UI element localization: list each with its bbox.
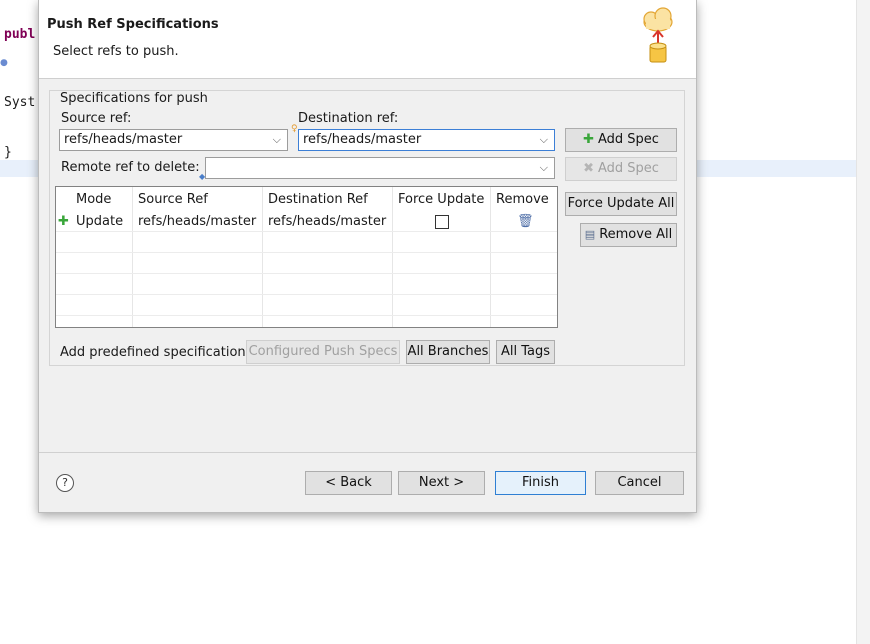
row-mode: Update (76, 214, 124, 229)
chevron-down-icon: ⌵ (272, 133, 281, 146)
footer-separator (39, 452, 696, 453)
next-label: Next > (418, 475, 465, 490)
source-ref-value: refs/heads/master (64, 132, 183, 147)
destination-ref-label: Destination ref: (298, 111, 399, 126)
column-header-mode[interactable]: Mode (76, 192, 111, 207)
all-tags-label: All Tags (500, 344, 551, 359)
column-divider (132, 187, 133, 327)
add-delete-spec-button[interactable]: ✖ Add Spec (565, 157, 677, 181)
code-line-system: Syst (4, 95, 36, 110)
add-spec-button[interactable]: ✚ Add Spec (565, 128, 677, 152)
chevron-down-icon: ⌵ (539, 133, 548, 146)
predefined-spec-label: Add predefined specification (60, 345, 246, 360)
add-delete-spec-label: Add Spec (597, 161, 659, 176)
row-source-ref: refs/heads/master (138, 214, 257, 229)
plus-icon: ✚ (583, 132, 594, 147)
push-specs-table[interactable]: Mode Source Ref Destination Ref Force Up… (55, 186, 558, 328)
code-line-public: publ (4, 27, 36, 42)
next-button[interactable]: Next > (398, 471, 485, 495)
all-branches-label: All Branches (407, 344, 489, 359)
column-header-remove[interactable]: Remove (496, 192, 549, 207)
column-divider (262, 187, 263, 327)
cloud-upload-database-icon (643, 7, 673, 63)
destination-ref-value: refs/heads/master (303, 132, 422, 147)
remove-all-label: Remove All (599, 227, 673, 242)
row-divider (56, 273, 557, 274)
force-update-all-button[interactable]: Force Update All (565, 192, 677, 216)
cancel-label: Cancel (617, 475, 662, 490)
all-tags-button[interactable]: All Tags (496, 340, 555, 364)
dialog-header: Push Ref Specifications Select refs to p… (39, 0, 696, 79)
remove-all-icon: ▤ (584, 228, 596, 241)
cancel-button[interactable]: Cancel (595, 471, 684, 495)
configured-push-specs-label: Configured Push Specs (248, 344, 398, 359)
add-spec-label: Add Spec (597, 132, 659, 147)
force-update-checkbox[interactable] (435, 215, 449, 229)
row-divider (56, 294, 557, 295)
column-divider (392, 187, 393, 327)
force-update-all-label: Force Update All (567, 196, 675, 211)
remote-ref-delete-combo[interactable]: ⌵ (205, 157, 555, 179)
dialog-title: Push Ref Specifications (47, 17, 219, 32)
back-label: < Back (325, 475, 372, 490)
remove-all-button[interactable]: ▤ Remove All (580, 223, 677, 247)
row-divider (56, 252, 557, 253)
finish-label: Finish (521, 475, 559, 490)
source-ref-combo[interactable]: refs/heads/master ⌵ (59, 129, 288, 151)
row-destination-ref: refs/heads/master (268, 214, 387, 229)
column-header-force-update[interactable]: Force Update (398, 192, 484, 207)
plus-icon: ✚ (58, 214, 69, 229)
x-icon: ✖ (583, 161, 594, 176)
help-icon[interactable]: ? (56, 474, 74, 492)
row-divider (56, 315, 557, 316)
source-ref-label: Source ref: (61, 111, 132, 126)
dialog-subtitle: Select refs to push. (53, 44, 179, 59)
destination-ref-combo[interactable]: refs/heads/master ⌵ (298, 129, 555, 151)
chevron-down-icon: ⌵ (539, 161, 548, 174)
finish-button[interactable]: Finish (495, 471, 586, 495)
back-button[interactable]: < Back (305, 471, 392, 495)
code-line-brace: } (4, 145, 12, 160)
editor-overview-ruler (856, 0, 870, 644)
trash-icon[interactable]: 🗑 (517, 214, 534, 229)
remote-ref-delete-label: Remote ref to delete: (61, 160, 200, 175)
row-divider (56, 231, 557, 232)
push-ref-specifications-dialog: Push Ref Specifications Select refs to p… (38, 0, 697, 513)
specifications-group-legend: Specifications for push (57, 91, 211, 106)
column-header-destination-ref[interactable]: Destination Ref (268, 192, 368, 207)
all-branches-button[interactable]: All Branches (406, 340, 490, 364)
content-assist-bulb-icon: ♀ (291, 124, 298, 134)
configured-push-specs-button[interactable]: Configured Push Specs (246, 340, 400, 364)
column-divider (490, 187, 491, 327)
annotation-marker-icon: ● (0, 58, 8, 68)
column-header-source-ref[interactable]: Source Ref (138, 192, 208, 207)
